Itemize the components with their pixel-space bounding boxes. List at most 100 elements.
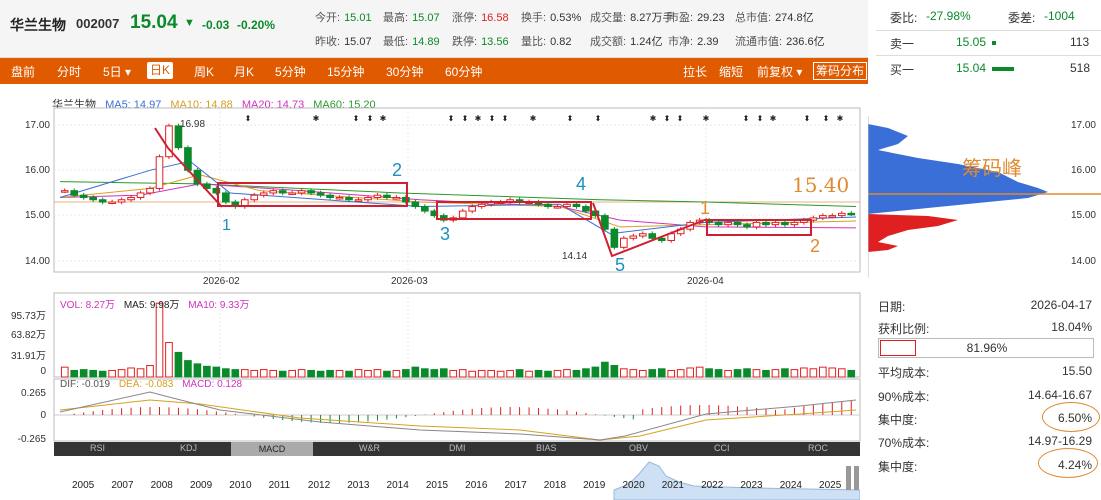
tab-intraday[interactable]: 分时 <box>57 63 81 80</box>
chip-distribution-button[interactable]: 筹码分布 <box>813 62 868 80</box>
year-label[interactable]: 2010 <box>229 480 251 491</box>
volume-bar <box>648 369 657 378</box>
volume-bar <box>193 363 202 378</box>
volume-bar <box>563 369 571 378</box>
indicator-tab[interactable]: RSI <box>90 443 105 453</box>
stat-label: 换手: <box>521 12 547 24</box>
year-label[interactable]: 2009 <box>190 480 212 491</box>
indicator-tab[interactable]: CCI <box>714 443 730 453</box>
indicator-tab[interactable]: DMI <box>449 443 466 453</box>
chip-distribution-chart[interactable] <box>868 110 1101 280</box>
candle <box>127 196 135 201</box>
volume-bar <box>534 369 543 378</box>
volume-bar <box>610 365 619 378</box>
year-label[interactable]: 2007 <box>111 480 133 491</box>
year-label[interactable]: 2018 <box>544 480 566 491</box>
volume-bar <box>345 370 353 378</box>
indicator-tab[interactable]: BIAS <box>536 443 557 453</box>
volume-bar <box>392 369 401 378</box>
candle <box>620 237 628 248</box>
tab-daily-k[interactable]: 日K <box>147 62 174 79</box>
orderbook-panel: 委比: -27.98% 委差: -1004 卖一 15.05 113 买一 15… <box>876 0 1101 84</box>
tab-premarket[interactable]: 盘前 <box>11 63 35 80</box>
candle <box>383 194 391 198</box>
volume-bar <box>705 368 713 378</box>
year-label[interactable]: 2011 <box>269 480 291 491</box>
volume-bar <box>174 351 183 378</box>
quote-stat: 最低: 14.89 <box>383 33 440 49</box>
volume-bar <box>155 302 164 378</box>
year-label[interactable]: 2021 <box>662 480 684 491</box>
year-label[interactable]: 2013 <box>347 480 369 491</box>
shrink-button[interactable]: 缩短 <box>719 63 743 80</box>
annotation-mark: 1 <box>222 217 231 234</box>
macd-value: MACD: 0.128 <box>182 379 243 390</box>
candle <box>392 196 401 200</box>
volume-bar <box>335 369 344 378</box>
indicator-tab[interactable]: ROC <box>808 443 828 453</box>
concentration70-label: 集中度: <box>878 460 918 474</box>
year-timeline[interactable]: 2005 2007 2008 2009 2010 2011 2012 2013 2014 2015… <box>54 456 860 500</box>
stat-label: 今开: <box>315 12 341 24</box>
year-label[interactable]: 2008 <box>151 480 173 491</box>
signal-marker: ⬍ <box>595 114 602 123</box>
quote-stat: 跌停: 13.56 <box>452 33 509 49</box>
year-label[interactable]: 2015 <box>426 480 448 491</box>
candle <box>411 201 420 208</box>
tab-15min[interactable]: 15分钟 <box>327 63 364 80</box>
macd-dif: DIF: -0.019 <box>60 379 111 390</box>
year-label[interactable]: 2017 <box>504 480 526 491</box>
signal-marker: ✱ <box>703 114 710 123</box>
candle <box>326 194 334 198</box>
indicator-tab[interactable]: MACD <box>231 442 313 456</box>
annotation-mark: 3 <box>440 224 451 244</box>
volume-bar <box>657 368 666 378</box>
tab-weekly-k[interactable]: 周K <box>194 63 214 80</box>
year-label[interactable]: 2025 <box>819 480 841 491</box>
tab-5min[interactable]: 5分钟 <box>275 63 306 80</box>
indicator-tab[interactable]: KDJ <box>180 443 197 453</box>
stat-label: 流通市值: <box>735 36 783 48</box>
volume-bar <box>89 369 97 378</box>
year-label[interactable]: 2024 <box>780 480 802 491</box>
year-label[interactable]: 2014 <box>387 480 409 491</box>
tab-monthly-k[interactable]: 月K <box>234 63 254 80</box>
stretch-button[interactable]: 拉长 <box>683 63 707 80</box>
year-label[interactable]: 2022 <box>701 480 723 491</box>
signal-marker: ⬍ <box>448 114 455 123</box>
tab-5day[interactable]: 5日 ▾ <box>103 63 131 80</box>
sell1-qty-bar <box>992 41 996 45</box>
candle <box>155 156 164 189</box>
year-label[interactable]: 2005 <box>72 480 94 491</box>
candle <box>146 187 154 194</box>
adjust-select[interactable]: 前复权 ▾ <box>757 63 802 80</box>
indicator-tab[interactable]: W&R <box>359 443 380 453</box>
stat-label: 昨收: <box>315 36 341 48</box>
year-label[interactable]: 2016 <box>465 480 487 491</box>
candle <box>373 194 382 198</box>
volume-bar <box>762 369 770 378</box>
candle <box>458 210 467 219</box>
candle <box>136 192 145 198</box>
macd-legend: DIF: -0.019 DEA: -0.083 MACD: 0.128 <box>60 379 248 390</box>
volume-bar <box>222 368 230 378</box>
indicator-tab[interactable]: OBV <box>629 443 648 453</box>
candle <box>752 221 761 228</box>
quote-stat: 总市值: 274.8亿 <box>735 9 814 25</box>
volume-bar <box>638 369 647 378</box>
volume-bar <box>269 369 278 378</box>
tab-30min[interactable]: 30分钟 <box>386 63 423 80</box>
year-label[interactable]: 2019 <box>583 480 605 491</box>
kline-chart[interactable]: ⬍ ✱ ⬍ ⬍ ✱ ⬍ ⬍ ✱ ⬍ ⬍ ✱ ⬍ ⬍ ✱ ⬍ ⬍ ✱ ⬍ ⬍ ✱ ⬍ ⬍ ✱ <box>0 84 868 456</box>
year-label[interactable]: 2020 <box>622 480 644 491</box>
volume-bar <box>686 367 694 378</box>
year-label[interactable]: 2023 <box>740 480 762 491</box>
year-label[interactable]: 2012 <box>308 480 330 491</box>
candle <box>572 203 581 208</box>
stat-value: 0.53% <box>550 12 582 24</box>
quote-header: 华兰生物 002007 15.04 ▼ -0.03 -0.20% 今开: 15.0… <box>0 0 868 58</box>
signal-marker: ⬍ <box>823 114 830 123</box>
volume-legend: VOL: 8.27万 MA5: 9.98万 MA10: 9.33万 <box>60 296 255 311</box>
tab-60min[interactable]: 60分钟 <box>445 63 482 80</box>
volume-bar <box>667 369 676 378</box>
